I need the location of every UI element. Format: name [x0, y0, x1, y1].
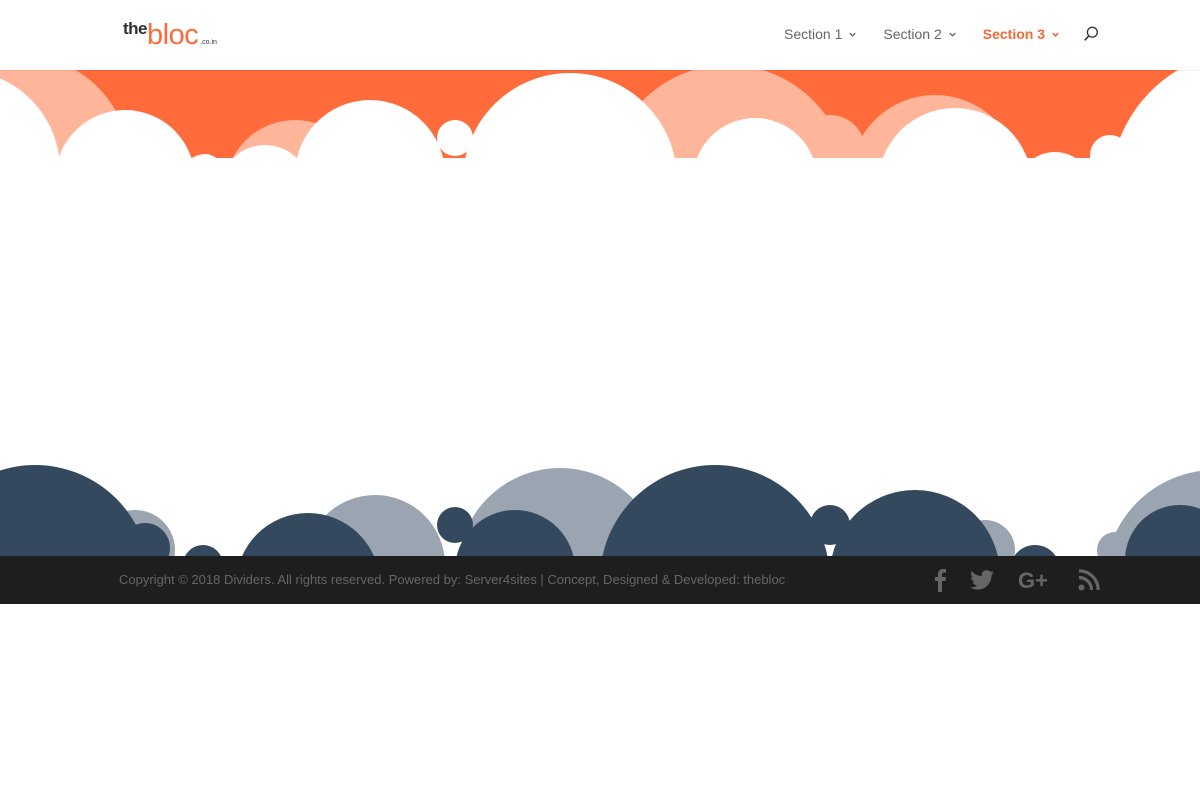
google-plus-icon[interactable]: G+ — [1018, 568, 1054, 592]
chevron-down-icon — [949, 32, 956, 37]
logo-tld-text: .co.in — [200, 39, 217, 46]
logo-bloc-text: bloc — [147, 19, 199, 51]
top-cloud-divider — [0, 70, 1200, 162]
search-icon[interactable] — [1082, 25, 1100, 43]
facebook-icon[interactable] — [934, 568, 946, 592]
top-cloud-graphic — [0, 70, 1200, 162]
bottom-cloud-graphic — [0, 465, 1200, 556]
nav-item-section-2[interactable]: Section 2 — [883, 26, 956, 42]
main-nav: Section 1 Section 2 Section 3 — [758, 25, 1100, 43]
nav-item-label: Section 1 — [784, 26, 843, 42]
svg-text:G+: G+ — [1018, 568, 1048, 592]
social-links: G+ — [910, 568, 1100, 592]
nav-item-section-1[interactable]: Section 1 — [784, 26, 857, 42]
site-footer: Copyright © 2018 Dividers. All rights re… — [0, 556, 1200, 604]
copyright-text: Copyright © 2018 Dividers. All rights re… — [119, 572, 786, 587]
twitter-icon[interactable] — [970, 568, 994, 592]
rss-icon[interactable] — [1078, 568, 1100, 592]
nav-item-label: Section 2 — [883, 26, 942, 42]
site-logo[interactable]: the bloc .co.in — [123, 18, 217, 51]
chevron-down-icon — [1052, 32, 1059, 37]
logo-the-text: the — [123, 19, 148, 38]
nav-item-section-3[interactable]: Section 3 — [983, 26, 1060, 42]
nav-item-label: Section 3 — [982, 26, 1045, 42]
bottom-cloud-divider — [0, 440, 1200, 556]
site-header: the bloc .co.in Section 1 Section 2 Sect… — [0, 0, 1200, 70]
chevron-down-icon — [849, 32, 857, 37]
